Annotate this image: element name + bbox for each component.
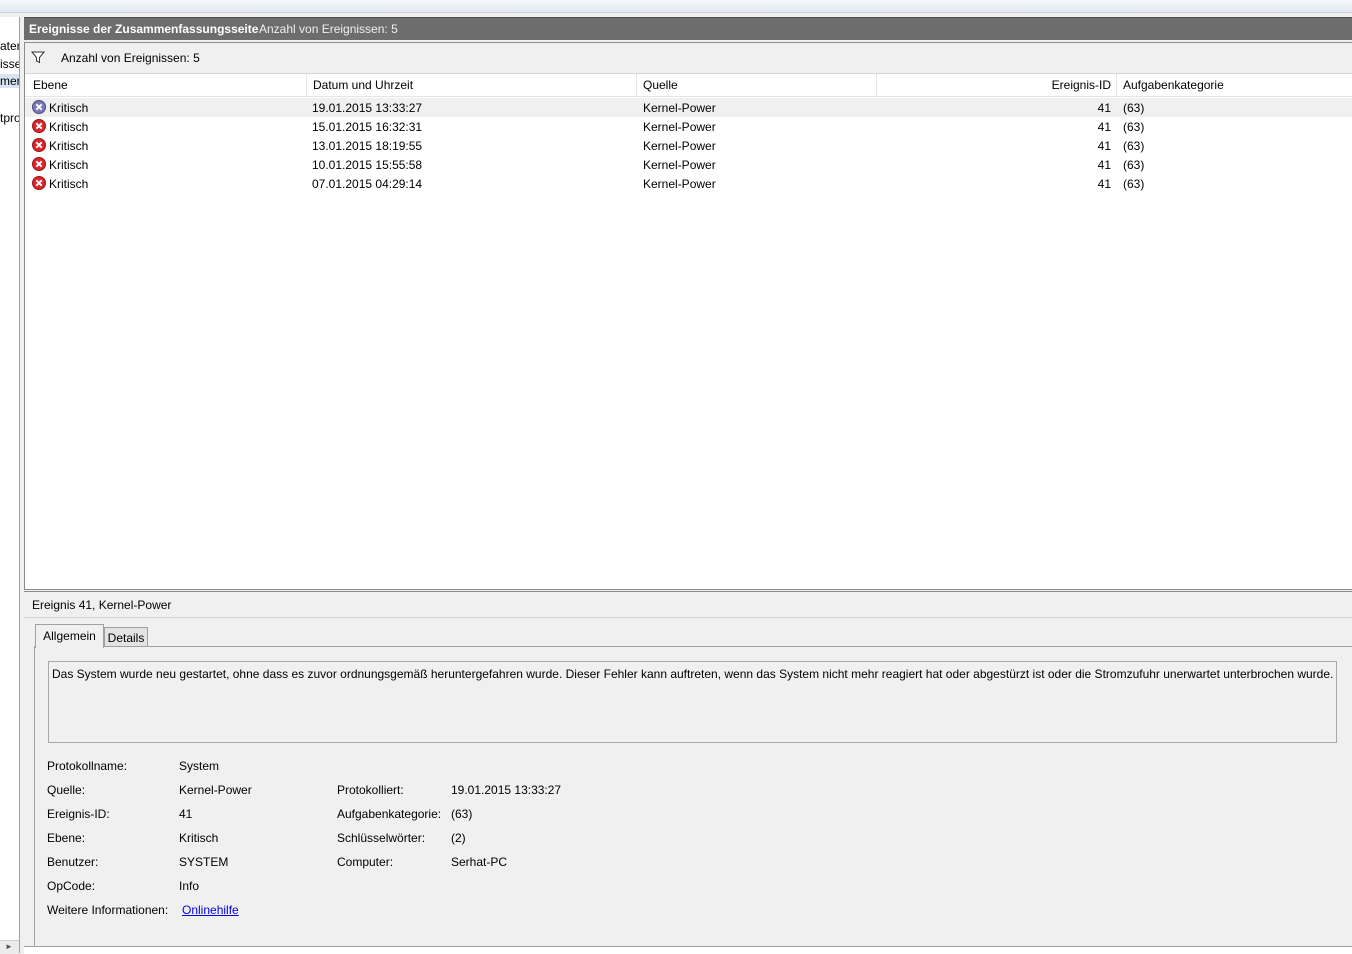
table-row[interactable]: Kritisch 07.01.2015 04:29:14 Kernel-Powe… <box>25 174 1352 193</box>
column-divider[interactable] <box>1116 74 1117 96</box>
header-title: Ereignisse der Zusammenfassungsseite <box>29 22 259 36</box>
summary-header: Ereignisse der Zusammenfassungsseite Anz… <box>24 17 1352 40</box>
tree-item-fragment[interactable]: tpro <box>0 111 19 125</box>
row-event-id: 41 <box>1097 158 1111 172</box>
aufgabenkategorie-label: Aufgabenkategorie: <box>337 807 442 821</box>
row-event-id: 41 <box>1097 101 1111 115</box>
column-header-row: Ebene Datum und Uhrzeit Quelle Ereignis-… <box>25 74 1352 97</box>
critical-error-icon <box>32 100 46 114</box>
event-list: Anzahl von Ereignissen: 5 Ebene Datum un… <box>24 42 1352 590</box>
row-level: Kritisch <box>49 120 89 134</box>
column-header-quelle[interactable]: Quelle <box>643 78 678 92</box>
table-row[interactable]: Kritisch 15.01.2015 16:32:31 Kernel-Powe… <box>25 117 1352 136</box>
tree-item-fragment[interactable]: mer <box>0 74 19 88</box>
ebene-label: Ebene: <box>47 831 86 845</box>
critical-error-icon <box>32 119 46 133</box>
quelle-value: Kernel-Power <box>179 783 252 797</box>
row-datetime: 19.01.2015 13:33:27 <box>312 101 423 115</box>
quelle-label: Quelle: <box>47 783 86 797</box>
row-datetime: 15.01.2015 16:32:31 <box>312 120 423 134</box>
critical-error-icon <box>32 138 46 152</box>
row-category: (63) <box>1123 158 1145 172</box>
tab-details[interactable]: Details <box>104 627 148 648</box>
row-source: Kernel-Power <box>643 139 716 153</box>
tree-item-fragment[interactable]: ater <box>0 39 19 53</box>
aufgabenkategorie-value: (63) <box>451 807 473 821</box>
row-category: (63) <box>1123 101 1145 115</box>
onlinehilfe-link[interactable]: Onlinehilfe <box>182 903 239 917</box>
event-detail-title: Ereignis 41, Kernel-Power <box>32 598 172 612</box>
computer-label: Computer: <box>337 855 394 869</box>
scroll-left-arrow-icon[interactable]: ► <box>5 942 13 951</box>
row-event-id: 41 <box>1097 120 1111 134</box>
row-level: Kritisch <box>49 101 89 115</box>
protokolliert-label: Protokolliert: <box>337 783 404 797</box>
row-source: Kernel-Power <box>643 177 716 191</box>
opcode-value: Info <box>179 879 200 893</box>
filter-bar: Anzahl von Ereignissen: 5 <box>25 43 1352 74</box>
critical-error-icon <box>32 157 46 171</box>
column-divider[interactable] <box>306 74 307 96</box>
row-event-id: 41 <box>1097 177 1111 191</box>
ereignis-id-label: Ereignis-ID: <box>47 807 110 821</box>
row-level: Kritisch <box>49 177 89 191</box>
tree-item-fragment[interactable]: isse <box>0 57 19 71</box>
tab-allgemein[interactable]: Allgemein <box>35 624 104 648</box>
opcode-label: OpCode: <box>47 879 96 893</box>
event-description: Das System wurde neu gestartet, ohne das… <box>52 667 1334 681</box>
filter-icon[interactable] <box>31 51 45 64</box>
row-category: (63) <box>1123 120 1145 134</box>
row-event-id: 41 <box>1097 139 1111 153</box>
schluesselwoerter-value: (2) <box>451 831 466 845</box>
computer-value: Serhat-PC <box>451 855 508 869</box>
tab-allgemein-label: Allgemein <box>43 629 96 643</box>
row-datetime: 10.01.2015 15:55:58 <box>312 158 423 172</box>
column-divider[interactable] <box>876 74 877 96</box>
row-source: Kernel-Power <box>643 120 716 134</box>
row-datetime: 07.01.2015 04:29:14 <box>312 177 423 191</box>
row-level: Kritisch <box>49 139 89 153</box>
event-description-box[interactable]: Das System wurde neu gestartet, ohne das… <box>48 661 1337 743</box>
header-event-count: Anzahl von Ereignissen: 5 <box>259 22 398 36</box>
row-datetime: 13.01.2015 18:19:55 <box>312 139 423 153</box>
left-horizontal-scrollbar[interactable]: ► <box>0 940 19 954</box>
ebene-value: Kritisch <box>179 831 219 845</box>
left-tree-pane[interactable]: ater isse mer tpro <box>0 17 20 953</box>
protokollname-value: System <box>179 759 220 773</box>
row-level: Kritisch <box>49 158 89 172</box>
benutzer-value: SYSTEM <box>179 855 229 869</box>
column-header-datum[interactable]: Datum und Uhrzeit <box>313 78 413 92</box>
weitere-informationen-label: Weitere Informationen: <box>47 903 169 917</box>
row-source: Kernel-Power <box>643 158 716 172</box>
window-top-strip <box>0 0 1352 13</box>
table-row[interactable]: Kritisch 13.01.2015 18:19:55 Kernel-Powe… <box>25 136 1352 155</box>
protokollname-label: Protokollname: <box>47 759 128 773</box>
table-row[interactable]: Kritisch 19.01.2015 13:33:27 Kernel-Powe… <box>25 98 1352 117</box>
schluesselwoerter-label: Schlüsselwörter: <box>337 831 426 845</box>
critical-error-icon <box>32 176 46 190</box>
benutzer-label: Benutzer: <box>47 855 99 869</box>
column-header-aufgabenkategorie[interactable]: Aufgabenkategorie <box>1123 78 1224 92</box>
row-source: Kernel-Power <box>643 101 716 115</box>
protokolliert-value: 19.01.2015 13:33:27 <box>451 783 562 797</box>
filter-event-count: Anzahl von Ereignissen: 5 <box>61 51 200 65</box>
table-row[interactable]: Kritisch 10.01.2015 15:55:58 Kernel-Powe… <box>25 155 1352 174</box>
ereignis-id-value: 41 <box>179 807 193 821</box>
column-header-ereignis-id[interactable]: Ereignis-ID <box>1052 78 1111 92</box>
event-detail-header: Ereignis 41, Kernel-Power <box>24 591 1352 618</box>
tab-details-label: Details <box>107 631 145 645</box>
column-divider[interactable] <box>636 74 637 96</box>
column-header-ebene[interactable]: Ebene <box>33 78 68 92</box>
row-category: (63) <box>1123 177 1145 191</box>
row-category: (63) <box>1123 139 1145 153</box>
